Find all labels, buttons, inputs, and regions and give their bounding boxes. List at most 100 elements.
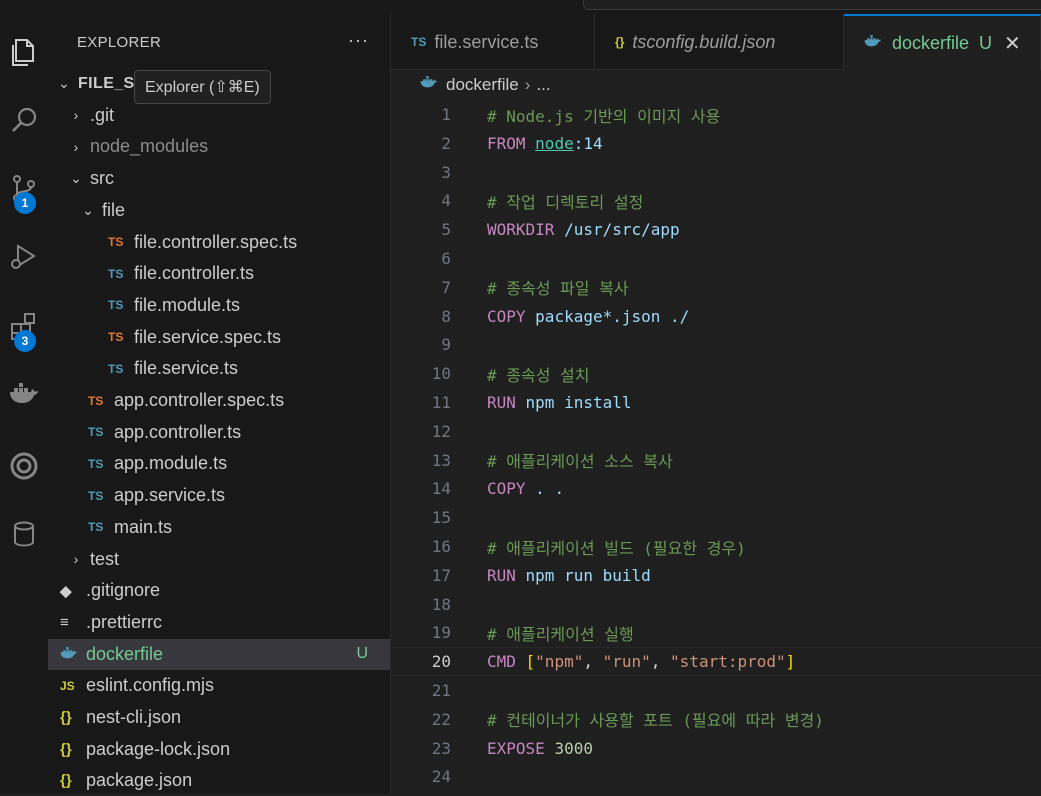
- docker-file-icon: [420, 75, 440, 95]
- folder-item[interactable]: › test: [48, 544, 390, 575]
- file-item[interactable]: JS eslint.config.mjs: [48, 670, 390, 701]
- tree-item-label: file.module.ts: [134, 294, 241, 315]
- tree-item-label: nest-cli.json: [86, 707, 182, 727]
- code-token: FROM: [487, 133, 536, 153]
- more-actions-icon[interactable]: ···: [348, 30, 369, 51]
- code-token: package*.json ./: [535, 306, 690, 326]
- file-item[interactable]: TS file.controller.spec.ts: [48, 227, 390, 258]
- line-number: 1: [441, 105, 451, 124]
- ts-spec-file-icon: TS: [88, 393, 104, 408]
- search-icon[interactable]: [0, 96, 48, 144]
- database-icon[interactable]: [0, 510, 48, 558]
- line-number: 3: [441, 162, 451, 182]
- ts-file-icon: TS: [108, 298, 124, 313]
- code-token: "npm": [535, 652, 584, 672]
- code-token: WORKDIR: [487, 220, 565, 240]
- file-item[interactable]: TS file.module.ts: [48, 290, 390, 321]
- file-item[interactable]: TS app.service.ts: [48, 480, 390, 511]
- code-token: [: [525, 652, 536, 672]
- code-token: COPY: [487, 479, 536, 499]
- folder-item[interactable]: ⌄ src: [48, 163, 390, 194]
- code-token: # 컨테이너가 사용할 포트 (필요에 따라 변경): [487, 711, 824, 731]
- code-line: 18: [391, 590, 1041, 619]
- code-line: 13 # 애플리케이션 소스 복사: [391, 446, 1041, 475]
- code-line: 20 CMD ["npm", "run", "start:prod"]: [391, 647, 1041, 677]
- file-item[interactable]: ≡ .prettierrc: [48, 607, 390, 638]
- files-icon[interactable]: [0, 28, 48, 76]
- js-file-icon: JS: [60, 678, 75, 693]
- code-line: 9: [391, 330, 1041, 359]
- close-icon[interactable]: ✕: [1004, 31, 1021, 56]
- git-status-untracked: U: [979, 32, 993, 53]
- docker-file-icon: [864, 34, 884, 52]
- chevron-down-icon: ⌄: [82, 201, 94, 218]
- code-text: # 애플리케이션 실행: [487, 621, 634, 645]
- code-text: # 종속성 설치: [487, 362, 590, 386]
- code-token: npm install: [525, 393, 632, 412]
- file-item[interactable]: {} package.json: [48, 765, 390, 796]
- code-line: 21: [391, 676, 1041, 705]
- line-number: 15: [431, 508, 451, 528]
- explorer-sidebar: EXPLORER ··· ⌄ FILE_S › .git › node_modules…: [48, 14, 391, 793]
- tab-file-service[interactable]: TS file.service.ts: [391, 14, 595, 70]
- code-token: # 애플리케이션 실행: [487, 624, 634, 644]
- tab-tsconfig-build[interactable]: {} tsconfig.build.json: [595, 14, 844, 70]
- file-item[interactable]: TS app.controller.ts: [48, 417, 390, 448]
- code-line: 22 # 컨테이너가 사용할 포트 (필요에 따라 변경): [391, 705, 1041, 734]
- file-item[interactable]: TS app.controller.spec.ts: [48, 385, 390, 416]
- git-status-untracked: U: [356, 645, 368, 663]
- breadcrumb-file[interactable]: dockerfile: [446, 75, 519, 95]
- code-text: # 애플리케이션 빌드 (필요한 경우): [487, 535, 746, 559]
- code-text: # 종속성 파일 복사: [487, 275, 629, 299]
- code-editor[interactable]: 1 # Node.js 기반의 이미지 사용 2 FROM node:14 3 4 # 작업…: [391, 100, 1041, 793]
- remote-icon[interactable]: [0, 442, 48, 490]
- file-item[interactable]: TS main.ts: [48, 512, 390, 543]
- file-item[interactable]: ◆ .gitignore: [48, 575, 390, 606]
- breadcrumb-symbols[interactable]: ...: [536, 75, 550, 95]
- file-item[interactable]: TS app.module.ts: [48, 448, 390, 479]
- chevron-down-icon: ⌄: [58, 75, 70, 91]
- code-text: # 애플리케이션 소스 복사: [487, 448, 673, 472]
- file-item[interactable]: {} package-lock.json: [48, 734, 390, 765]
- run-debug-icon[interactable]: [0, 232, 48, 280]
- code-line: 14 COPY . .: [391, 474, 1041, 503]
- text-file-icon: ≡: [60, 613, 69, 631]
- folder-item[interactable]: › .git: [48, 100, 390, 131]
- code-line: 1 # Node.js 기반의 이미지 사용: [391, 100, 1041, 129]
- tree-item-label: app.controller.ts: [114, 421, 242, 442]
- line-number: 14: [431, 479, 451, 499]
- file-item[interactable]: dockerfile U: [48, 638, 390, 670]
- code-line: 4 # 작업 디렉토리 설정: [391, 186, 1041, 215]
- code-text: CMD ["npm", "run", "start:prod"]: [487, 652, 795, 671]
- code-line: 19 # 애플리케이션 실행: [391, 618, 1041, 647]
- folder-item[interactable]: › node_modules: [48, 131, 390, 162]
- tab-label: dockerfile: [892, 32, 970, 53]
- docker-icon[interactable]: [0, 370, 48, 418]
- chevron-right-icon: ›: [524, 75, 531, 94]
- code-text: WORKDIR /usr/src/app: [487, 220, 680, 239]
- file-item[interactable]: {} nest-cli.json: [48, 702, 390, 733]
- tab-label: file.service.ts: [434, 31, 539, 52]
- tree-item-label: node_modules: [90, 136, 209, 157]
- code-text: COPY package*.json ./: [487, 307, 689, 326]
- file-item[interactable]: TS file.controller.ts: [48, 258, 390, 289]
- json-file-icon: {}: [60, 772, 72, 790]
- folder-item[interactable]: ⌄ file: [48, 195, 390, 226]
- source-control-badge: 1: [14, 192, 36, 214]
- command-center[interactable]: [583, 0, 1041, 10]
- tree-item-label: file.controller.spec.ts: [134, 231, 298, 252]
- activity-bar: 1 3: [0, 14, 49, 793]
- tree-item-label: package.json: [86, 770, 193, 791]
- code-token: EXPOSE: [487, 738, 555, 758]
- tree-item-label: eslint.config.mjs: [86, 675, 215, 696]
- file-item[interactable]: TS file.service.ts: [48, 353, 390, 384]
- line-number: 2: [441, 133, 451, 153]
- code-token: ]: [785, 652, 796, 672]
- file-item[interactable]: TS file.service.spec.ts: [48, 322, 390, 353]
- tab-dockerfile[interactable]: dockerfile U ✕: [844, 14, 1041, 70]
- chevron-right-icon: ›: [73, 107, 79, 124]
- code-token: CMD: [487, 652, 526, 672]
- tree-item-label: app.module.ts: [114, 453, 228, 474]
- line-number: 21: [431, 681, 451, 700]
- line-number: 13: [431, 450, 451, 470]
